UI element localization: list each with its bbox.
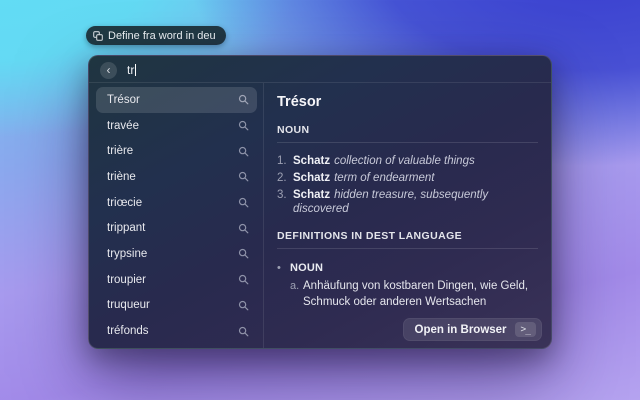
list-item[interactable]: truqueur (96, 293, 257, 319)
search-icon (238, 171, 249, 182)
section-rule (277, 142, 538, 143)
definition-number: 1. (277, 155, 287, 167)
list-item-label: tréfonds (107, 325, 149, 338)
list-item[interactable]: triène (96, 164, 257, 190)
toast-label: Define fra word in deu (108, 29, 216, 42)
list-item-label: triène (107, 170, 136, 183)
list-item-label: triœcie (107, 196, 143, 209)
dest-definition-item: a. Anhäufung von kostbaren Dingen, wie G… (277, 279, 538, 310)
definition-item: 3. Schatz hidden treasure, subsequently d… (277, 188, 538, 216)
pos-heading: NOUN (277, 124, 310, 136)
translation-word: Schatz (293, 189, 331, 201)
list-item-label: troupier (107, 273, 146, 286)
list-item-label: trypsine (107, 247, 148, 260)
bullet-icon: • (277, 262, 281, 274)
definitions-list: 1. Schatz collection of valuable things 2… (277, 154, 538, 216)
list-item-label: Trésor (107, 93, 140, 106)
search-icon (238, 223, 249, 234)
list-item-label: truqueur (107, 299, 150, 312)
search-icon (238, 274, 249, 285)
definition-text: term of endearment (334, 172, 435, 184)
definition-item: 1. Schatz collection of valuable things (277, 154, 538, 168)
search-icon (238, 326, 249, 337)
toast-define-command: Define fra word in deu (86, 26, 226, 45)
search-icon (238, 120, 249, 131)
chevron-left-icon: ‹ (106, 62, 111, 77)
section-rule (277, 248, 538, 249)
search-icon (238, 197, 249, 208)
definition-text: collection of valuable things (334, 155, 475, 167)
search-query-text: tr (127, 63, 135, 77)
list-item[interactable]: trippant (96, 215, 257, 241)
text-caret (135, 64, 137, 76)
list-item[interactable]: travée (96, 113, 257, 139)
dest-definitions: • NOUN a. Anhäufung von kostbaren Dingen… (277, 262, 538, 310)
dest-definition-letter: a. (290, 280, 300, 292)
translation-word: Schatz (293, 172, 331, 184)
list-item[interactable]: Trésor (96, 87, 257, 113)
search-icon (238, 300, 249, 311)
raycast-window: ‹ tr Trésor travée trière triène triœcie… (88, 55, 552, 349)
content-area: Trésor travée trière triène triœcie trip… (89, 83, 551, 348)
dest-pos-label: NOUN (290, 262, 324, 274)
definition-item: 2. Schatz term of endearment (277, 171, 538, 185)
list-item-label: trippant (107, 222, 146, 235)
list-item[interactable]: trypsine (96, 241, 257, 267)
definition-number: 2. (277, 172, 287, 184)
list-item[interactable]: triœcie (96, 190, 257, 216)
open-in-browser-button[interactable]: Open in Browser >_ (402, 318, 542, 341)
search-icon (238, 248, 249, 259)
extension-icon (93, 30, 103, 41)
list-item[interactable]: tréfonds (96, 318, 257, 344)
translation-word: Schatz (293, 155, 331, 167)
dest-language-heading: DEFINITIONS IN DEST LANGUAGE (277, 230, 463, 242)
list-item[interactable]: trière (96, 138, 257, 164)
list-item[interactable]: troupier (96, 267, 257, 293)
search-input[interactable]: tr (127, 63, 137, 77)
shortcut-key-icon: >_ (514, 322, 536, 337)
results-list: Trésor travée trière triène triœcie trip… (89, 83, 263, 348)
list-item-label: trière (107, 145, 134, 158)
word-title: Trésor (277, 94, 322, 110)
dest-definition-text: Anhäufung von kostbaren Dingen, wie Geld… (303, 280, 529, 308)
search-bar[interactable]: ‹ tr (89, 56, 551, 82)
detail-panel: Trésor NOUN 1. Schatz collection of valua… (264, 83, 551, 348)
search-icon (238, 146, 249, 157)
search-icon (238, 94, 249, 105)
list-item-label: travée (107, 119, 139, 132)
definition-number: 3. (277, 189, 287, 201)
open-in-browser-label: Open in Browser (414, 323, 507, 336)
back-button[interactable]: ‹ (100, 61, 117, 79)
